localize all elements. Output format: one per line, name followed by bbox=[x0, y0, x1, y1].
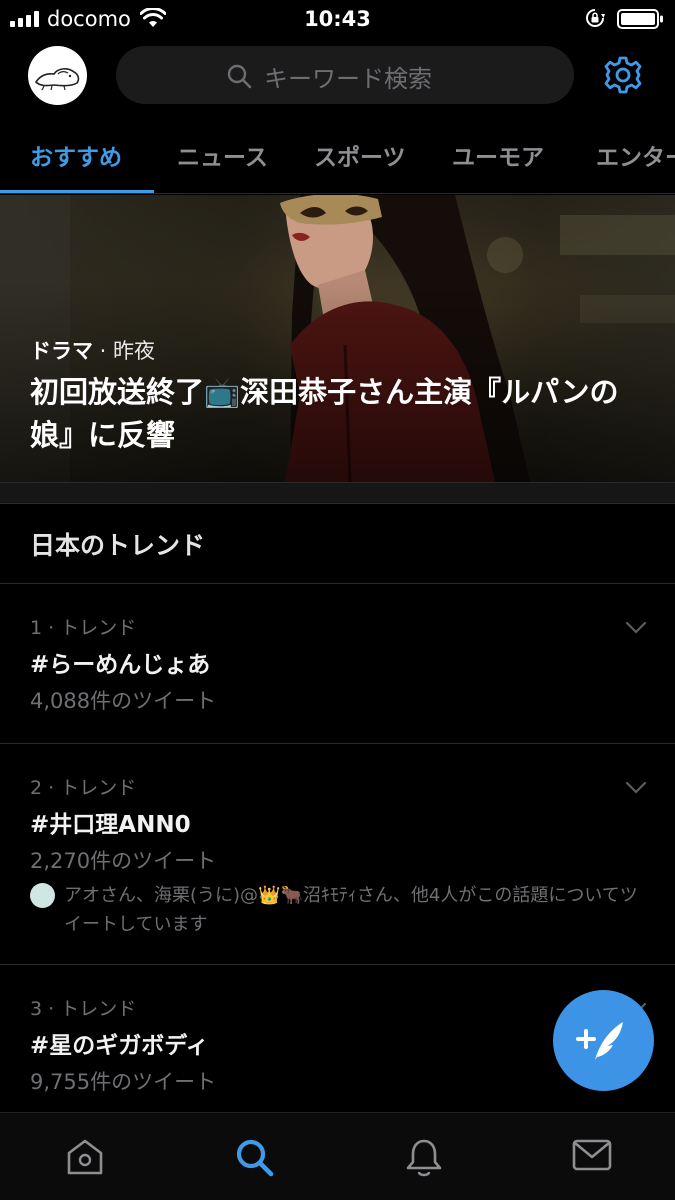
divider bbox=[0, 743, 675, 744]
friend-avatar bbox=[30, 883, 55, 908]
search-bar[interactable]: キーワード検索 bbox=[116, 46, 574, 104]
trends-section-title: 日本のトレンド bbox=[30, 531, 206, 560]
compose-tweet-button[interactable] bbox=[553, 990, 654, 1091]
bottom-tab-bar bbox=[0, 1112, 675, 1200]
story-separator: · bbox=[93, 339, 114, 363]
chevron-down-icon[interactable] bbox=[625, 781, 647, 795]
trend-rank: 3 · トレンド bbox=[30, 998, 137, 1020]
trend-name: #星のギガボディ bbox=[30, 1033, 209, 1059]
notifications-icon[interactable] bbox=[404, 1137, 444, 1179]
top-header: キーワード検索 bbox=[0, 38, 675, 114]
battery-icon bbox=[617, 9, 663, 29]
rotation-lock-icon bbox=[586, 9, 605, 27]
story-category: ドラマ · 昨夜 bbox=[30, 335, 155, 365]
trend-rank: 1 · トレンド bbox=[30, 617, 137, 639]
tab-recommended[interactable]: おすすめ bbox=[30, 138, 122, 172]
chevron-down-icon[interactable] bbox=[625, 621, 647, 635]
tab-news[interactable]: ニュース bbox=[177, 138, 268, 172]
tab-sports[interactable]: スポーツ bbox=[314, 138, 406, 172]
settings-gear-icon[interactable] bbox=[603, 55, 643, 95]
tab-humor[interactable]: ユーモア bbox=[452, 138, 544, 172]
home-icon[interactable] bbox=[64, 1137, 106, 1177]
story-headline: 初回放送終了📺深田恭子さん主演『ルパンの娘』に反響 bbox=[30, 375, 619, 452]
messages-icon[interactable] bbox=[572, 1137, 612, 1173]
divider bbox=[0, 583, 675, 584]
trend-context-text: アオさん、海栗(うに)@👑🐂沼ｷﾓﾃｨさん、他4人がこの話題についてツイートして… bbox=[64, 885, 638, 935]
divider bbox=[0, 964, 675, 965]
trend-item[interactable]: 1 · トレンド #らーめんじょあ 4,088件のツイート bbox=[0, 613, 675, 743]
search-icon bbox=[227, 64, 252, 89]
tab-entertainment[interactable]: エンター bbox=[596, 138, 675, 172]
topic-tabs: おすすめ ニュース スポーツ ユーモア エンター bbox=[0, 118, 675, 194]
trend-tweet-count: 2,270件のツイート bbox=[30, 849, 217, 873]
search-placeholder: キーワード検索 bbox=[264, 65, 432, 93]
story-time: 昨夜 bbox=[113, 339, 156, 363]
clock: 10:43 bbox=[304, 7, 371, 31]
search-icon[interactable] bbox=[234, 1137, 276, 1179]
trend-name: #らーめんじょあ bbox=[30, 652, 211, 678]
avatar-image bbox=[34, 68, 80, 91]
story-category-label: ドラマ bbox=[30, 339, 93, 363]
trend-tweet-count: 9,755件のツイート bbox=[30, 1070, 217, 1094]
profile-avatar[interactable] bbox=[28, 46, 87, 105]
featured-story-card[interactable]: ドラマ · 昨夜 初回放送終了📺深田恭子さん主演『ルパンの娘』に反響 bbox=[0, 195, 675, 482]
trend-item[interactable]: 2 · トレンド #井口理ANN0 2,270件のツイート アオさん、海栗(うに… bbox=[0, 773, 675, 963]
trend-name: #井口理ANN0 bbox=[30, 812, 191, 838]
trend-rank: 2 · トレンド bbox=[30, 777, 137, 799]
status-bar: docomo 10:43 bbox=[0, 0, 675, 38]
trend-tweet-count: 4,088件のツイート bbox=[30, 689, 217, 713]
section-gap bbox=[0, 482, 675, 504]
compose-tweet-icon bbox=[576, 1022, 623, 1060]
active-tab-indicator bbox=[0, 190, 154, 193]
